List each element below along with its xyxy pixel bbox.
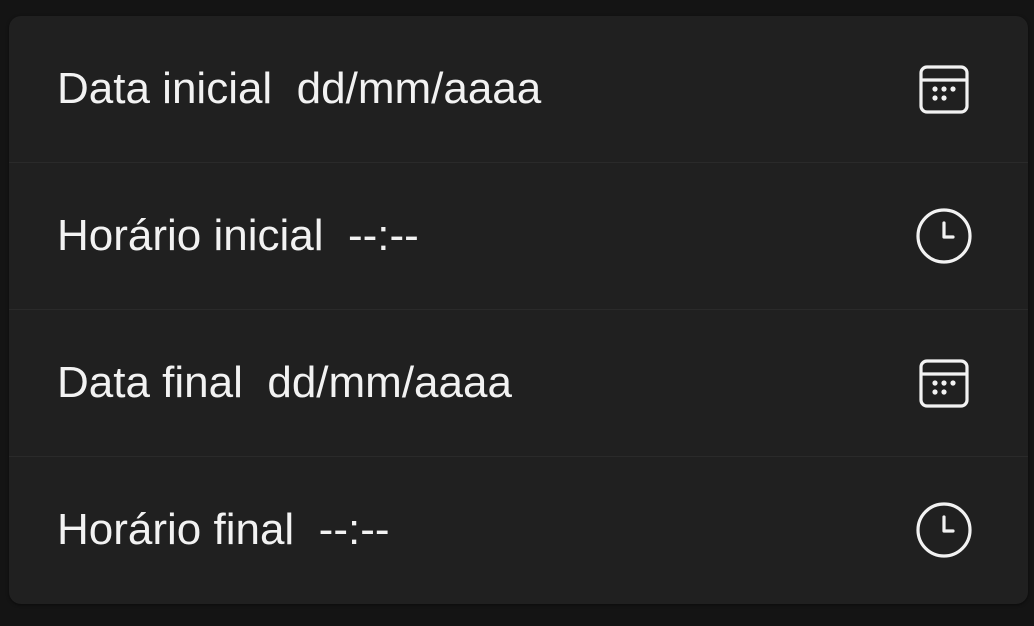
start-time-field[interactable]: Horário inicial --:-- — [9, 163, 1028, 310]
clock-icon[interactable] — [914, 500, 974, 560]
start-date-label: Data inicial — [57, 64, 273, 113]
end-date-value[interactable]: dd/mm/aaaa — [267, 358, 512, 407]
end-date-label: Data final — [57, 358, 243, 407]
start-time-label: Horário inicial — [57, 211, 324, 260]
end-date-text: Data final dd/mm/aaaa — [57, 358, 512, 408]
start-time-text: Horário inicial --:-- — [57, 211, 419, 261]
calendar-icon[interactable] — [914, 59, 974, 119]
end-time-value[interactable]: --:-- — [319, 505, 390, 554]
start-date-value[interactable]: dd/mm/aaaa — [297, 64, 542, 113]
start-date-text: Data inicial dd/mm/aaaa — [57, 64, 541, 114]
end-time-label: Horário final — [57, 504, 295, 554]
start-date-field[interactable]: Data inicial dd/mm/aaaa — [9, 16, 1028, 163]
end-time-field[interactable]: Horário final --:-- — [9, 457, 1028, 602]
calendar-icon[interactable] — [914, 353, 974, 413]
date-time-range-panel: Data inicial dd/mm/aaaa Horário inicial … — [9, 16, 1028, 604]
end-date-field[interactable]: Data final dd/mm/aaaa — [9, 310, 1028, 457]
clock-icon[interactable] — [914, 206, 974, 266]
start-time-value[interactable]: --:-- — [348, 211, 419, 260]
end-time-text: Horário final --:-- — [57, 505, 390, 555]
